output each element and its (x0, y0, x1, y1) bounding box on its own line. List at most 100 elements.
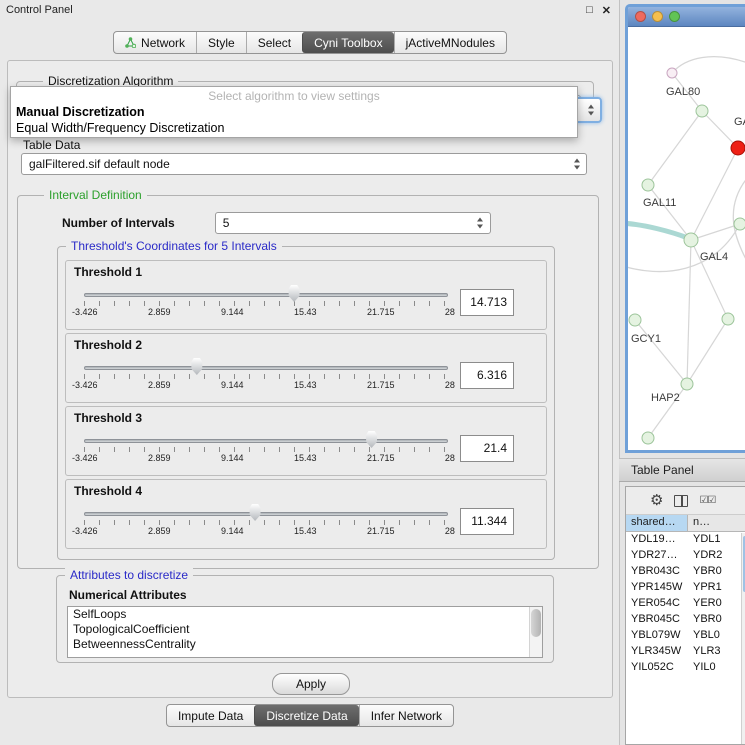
network-node[interactable] (696, 105, 708, 117)
slider-thumb[interactable] (288, 285, 301, 302)
slider-track[interactable] (84, 366, 448, 370)
table-row[interactable]: YBR045CYBR0 (626, 612, 745, 628)
table-cell: YBR0 (688, 564, 745, 580)
network-edge[interactable] (687, 319, 728, 384)
table-data-combobox[interactable]: galFiltered.sif default node (21, 153, 587, 175)
float-window-icon[interactable]: □ (586, 4, 593, 16)
network-node[interactable] (667, 68, 677, 78)
threshold-value-field[interactable]: 11.344 (460, 508, 514, 535)
thresholds-group: Threshold's Coordinates for 5 Intervals … (57, 246, 555, 560)
network-node[interactable] (642, 179, 654, 191)
threshold-label: Threshold 3 (74, 411, 538, 425)
slider-ticks (84, 374, 448, 379)
threshold-value-field[interactable]: 21.4 (460, 435, 514, 462)
thresholds-group-title: Threshold's Coordinates for 5 Intervals (66, 239, 282, 253)
select-columns-icon[interactable]: ☑☑ (699, 495, 715, 506)
network-edge[interactable] (672, 57, 745, 73)
minimize-traffic-light-icon[interactable] (652, 11, 663, 22)
tab-network[interactable]: Network (114, 32, 196, 53)
threshold-value: 6.316 (477, 368, 507, 382)
threshold-slider[interactable]: -3.4262.8599.14415.4321.71528 (84, 354, 448, 396)
table-row[interactable]: YER054CYER0 (626, 596, 745, 612)
tab-jactivemnodules[interactable]: jActiveMNodules (394, 32, 506, 53)
slider-thumb[interactable] (249, 504, 262, 521)
threshold-value-field[interactable]: 6.316 (460, 362, 514, 389)
network-edge[interactable] (702, 111, 738, 148)
table-cell: YIL0 (688, 660, 745, 676)
table-row[interactable]: YDL19…YDL1 (626, 532, 745, 548)
table-row[interactable]: YBR043CYBR0 (626, 564, 745, 580)
number-of-intervals-combobox[interactable]: 5 (215, 212, 491, 234)
network-node[interactable] (731, 141, 745, 155)
tab-label: Select (258, 36, 291, 50)
tab-style[interactable]: Style (196, 32, 246, 53)
thresholds-list: Threshold 1 -3.4262.8599.14415.4321.7152… (58, 247, 554, 549)
scale-tick-label: 15.43 (294, 453, 317, 463)
network-node[interactable] (722, 313, 734, 325)
bottom-tabs: Impute DataDiscretize DataInfer Network (166, 704, 454, 727)
scale-tick-label: 28 (445, 380, 455, 390)
table-row[interactable]: YIL052CYIL0 (626, 660, 745, 676)
threshold-slider[interactable]: -3.4262.8599.14415.4321.71528 (84, 500, 448, 542)
close-icon[interactable]: ✕ (602, 4, 611, 17)
threshold-value: 11.344 (471, 514, 507, 528)
slider-track[interactable] (84, 512, 448, 516)
apply-button[interactable]: Apply (272, 673, 350, 695)
scale-tick-label: 21.715 (367, 453, 395, 463)
columns-icon[interactable] (674, 495, 688, 507)
table-cell: YDL19… (626, 532, 688, 548)
threshold-slider[interactable]: -3.4262.8599.14415.4321.71528 (84, 281, 448, 323)
gear-icon[interactable]: ⚙ (650, 493, 663, 508)
network-node[interactable] (629, 314, 641, 326)
scrollbar-thumb[interactable] (531, 609, 541, 637)
threshold-slider[interactable]: -3.4262.8599.14415.4321.71528 (84, 427, 448, 469)
slider-track[interactable] (84, 439, 448, 443)
slider-ticks (84, 447, 448, 452)
tab-discretize-data[interactable]: Discretize Data (254, 705, 358, 726)
algorithm-dropdown-popup: Select algorithm to view settings Manual… (10, 86, 578, 138)
tab-cyni-toolbox[interactable]: Cyni Toolbox (302, 32, 393, 53)
table-cell: YBR0 (688, 612, 745, 628)
zoom-traffic-light-icon[interactable] (669, 11, 680, 22)
table-panel-title: Table Panel (631, 463, 694, 477)
slider-thumb[interactable] (190, 358, 203, 375)
table-cell: YLR345W (626, 644, 688, 660)
slider-thumb[interactable] (365, 431, 378, 448)
control-panel-tabs: NetworkStyle Select Cyni Toolbox jActiveMNo… (113, 31, 507, 54)
network-node[interactable] (681, 378, 693, 390)
network-node[interactable] (684, 233, 698, 247)
table-scrollbar[interactable] (741, 533, 745, 744)
column-header-shared-name[interactable]: shared… (626, 515, 688, 531)
dropdown-option-manual-discretization[interactable]: Manual Discretization (11, 104, 577, 120)
tab-label: jActiveMNodules (406, 36, 495, 50)
network-edge[interactable] (635, 320, 687, 384)
table-row[interactable]: YLR345WYLR3 (626, 644, 745, 660)
dropdown-option-equal-width-frequency[interactable]: Equal Width/Frequency Discretization (11, 120, 577, 136)
network-edge[interactable] (691, 148, 738, 240)
tab-infer-network[interactable]: Infer Network (359, 705, 453, 726)
attribute-list-item[interactable]: SelfLoops (68, 607, 542, 622)
tab-select[interactable]: Select (246, 32, 302, 53)
network-node[interactable] (642, 432, 654, 444)
attribute-list-item[interactable]: TopologicalCoefficient (68, 622, 542, 637)
column-header-name[interactable]: n… (688, 515, 745, 531)
table-cell: YDL1 (688, 532, 745, 548)
table-row[interactable]: YPR145WYPR1 (626, 580, 745, 596)
close-traffic-light-icon[interactable] (635, 11, 646, 22)
scale-tick-label: 28 (445, 307, 455, 317)
scale-tick-label: -3.426 (72, 307, 98, 317)
tab-impute-data[interactable]: Impute Data (167, 705, 254, 726)
slider-track[interactable] (84, 293, 448, 297)
numerical-attributes-list[interactable]: SelfLoopsTopologicalCoefficientBetweenne… (67, 606, 543, 658)
table-row[interactable]: YDR27…YDR2 (626, 548, 745, 564)
network-edge[interactable] (687, 240, 691, 384)
table-row[interactable]: YBL079WYBL0 (626, 628, 745, 644)
attribute-list-item[interactable]: BetweennessCentrality (68, 637, 542, 652)
network-edge[interactable] (648, 111, 702, 185)
threshold-value-field[interactable]: 14.713 (460, 289, 514, 316)
attributes-scrollbar[interactable] (529, 607, 542, 657)
table-toolbar: ⚙ ☑☑ (626, 487, 745, 515)
network-canvas[interactable]: GAL80GAGAL11GAL4GCY1HAP2 (628, 27, 745, 448)
network-node[interactable] (734, 218, 745, 230)
algorithm-combobox-stepper[interactable] (574, 97, 602, 123)
